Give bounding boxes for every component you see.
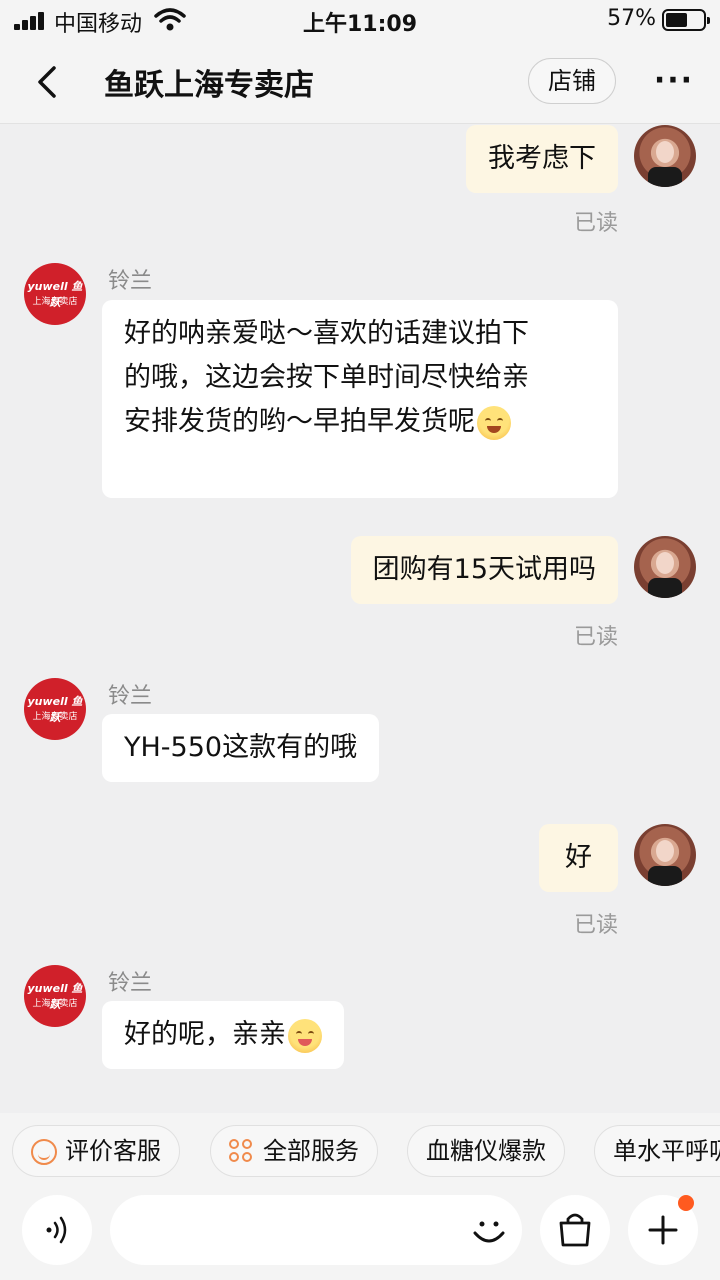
shop-button[interactable]: 店铺 — [528, 58, 616, 104]
order-button[interactable] — [540, 1195, 610, 1265]
sender-name: 铃兰 — [108, 971, 153, 996]
page-title: 鱼跃上海专卖店 — [104, 68, 314, 103]
message-line: 好的呐亲爱哒～喜欢的话建议拍下 — [124, 318, 529, 349]
quick-reply-rate-service[interactable]: 评价客服 — [12, 1125, 180, 1177]
blush-face-icon — [288, 1018, 322, 1053]
battery-icon — [662, 9, 710, 31]
shop-avatar-store: 上海专卖店 — [32, 297, 78, 307]
smile-icon — [31, 1139, 57, 1165]
sender-name: 铃兰 — [108, 269, 153, 294]
services-grid-icon — [229, 1139, 255, 1165]
input-bar — [0, 1189, 720, 1280]
shop-avatar[interactable]: yuwell 鱼跃 上海专卖店 — [24, 263, 86, 325]
emoji-button[interactable] — [466, 1207, 512, 1253]
quick-reply-ventilator[interactable]: 单水平呼吸 — [594, 1125, 720, 1177]
quick-reply-all-services[interactable]: 全部服务 — [210, 1125, 378, 1177]
back-arrow-icon[interactable] — [28, 62, 68, 102]
notification-dot — [678, 1195, 694, 1211]
chat-list[interactable]: 我考虑下 已读 yuwell 鱼跃 上海专卖店 铃兰 好的呐亲爱哒～喜欢的话建议… — [0, 125, 720, 1113]
message-line: 安排发货的哟～早拍早发货呢 — [124, 400, 596, 444]
chip-label: 全部服务 — [263, 1137, 359, 1165]
shop-avatar[interactable]: yuwell 鱼跃 上海专卖店 — [24, 678, 86, 740]
read-status: 已读 — [573, 913, 618, 938]
user-avatar[interactable] — [634, 125, 696, 187]
outgoing-message[interactable]: 我考虑下 — [466, 125, 618, 193]
chip-label: 血糖仪爆款 — [426, 1137, 546, 1165]
status-bar: 中国移动 上午11:09 57% — [0, 0, 720, 40]
chat-header: 鱼跃上海专卖店 店铺 ··· — [0, 40, 720, 124]
message-text: 好的呢，亲亲 — [124, 1019, 286, 1050]
incoming-message[interactable]: 好的呢，亲亲 — [102, 1001, 344, 1069]
chip-label: 单水平呼吸 — [613, 1137, 720, 1165]
laughing-face-icon — [477, 405, 511, 440]
shop-avatar-store: 上海专卖店 — [32, 999, 78, 1009]
incoming-message[interactable]: 好的呐亲爱哒～喜欢的话建议拍下 的哦，这边会按下单时间尽快给亲 安排发货的哟～早… — [102, 300, 618, 498]
outgoing-message[interactable]: 好 — [539, 824, 618, 892]
shop-avatar[interactable]: yuwell 鱼跃 上海专卖店 — [24, 965, 86, 1027]
shopping-bag-icon — [559, 1213, 591, 1247]
quick-reply-bar: 评价客服 全部服务 血糖仪爆款 单水平呼吸 — [0, 1113, 720, 1189]
more-actions-button[interactable] — [628, 1195, 698, 1265]
shop-avatar-store: 上海专卖店 — [32, 712, 78, 722]
more-icon[interactable]: ··· — [652, 66, 696, 96]
voice-button[interactable] — [22, 1195, 92, 1265]
read-status: 已读 — [573, 211, 618, 236]
message-line: 的哦，这边会按下单时间尽快给亲 — [124, 362, 529, 393]
battery-percent: 57% — [607, 6, 656, 31]
chip-label: 评价客服 — [65, 1137, 161, 1165]
voice-icon — [46, 1216, 67, 1244]
message-input[interactable] — [110, 1195, 522, 1265]
user-avatar[interactable] — [634, 824, 696, 886]
quick-reply-glucose-meter[interactable]: 血糖仪爆款 — [407, 1125, 565, 1177]
outgoing-message[interactable]: 团购有15天试用吗 — [350, 536, 618, 604]
incoming-message[interactable]: YH-550这款有的哦 — [102, 714, 380, 782]
sender-name: 铃兰 — [108, 684, 153, 709]
read-status: 已读 — [573, 625, 618, 650]
user-avatar[interactable] — [634, 536, 696, 598]
